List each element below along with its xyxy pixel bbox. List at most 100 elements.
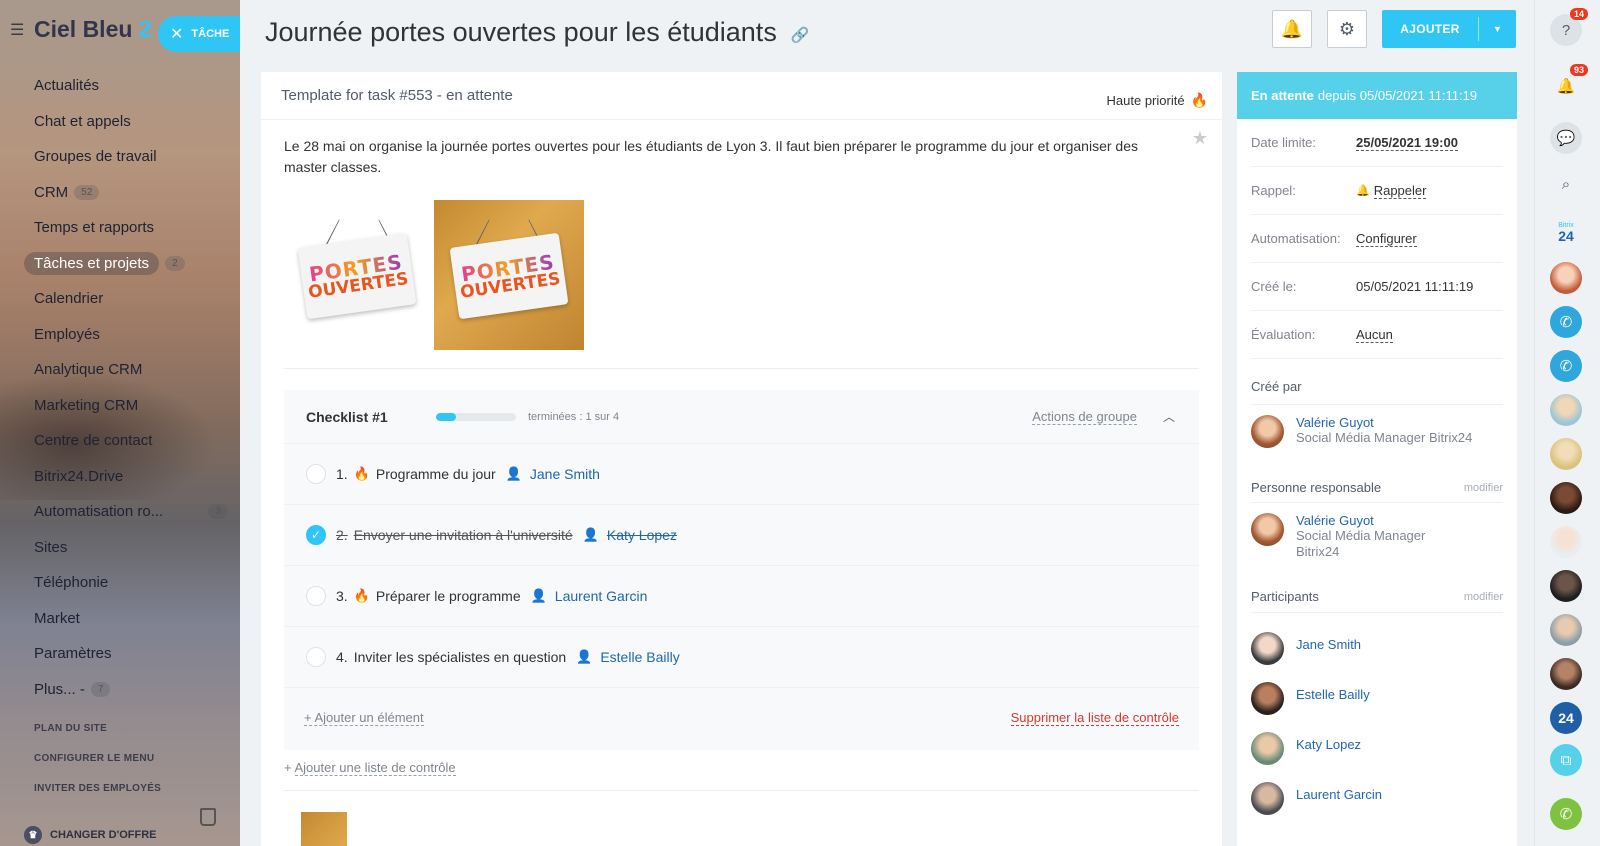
contact-avatar[interactable] (1550, 526, 1582, 558)
checklist-checkbox[interactable] (306, 464, 326, 484)
sidebar-item[interactable]: Temps et rapports (24, 210, 234, 246)
chevron-down-icon[interactable]: ▼ (1479, 24, 1516, 34)
checklist-item-number: 1. (336, 466, 348, 482)
bitrix24-chat-avatar[interactable]: 24 (1550, 702, 1582, 734)
contact-avatar[interactable] (1550, 438, 1582, 470)
checklist-item-text[interactable]: Préparer le programme (376, 588, 521, 604)
sidebar-item[interactable]: Paramètres (24, 636, 234, 672)
sidebar-item[interactable]: Centre de contact (24, 423, 234, 459)
trash-icon[interactable] (200, 808, 216, 826)
checklist-item-text[interactable]: Envoyer une invitation à l'université (354, 527, 573, 543)
close-task-button[interactable]: ✕ TÂCHE (158, 16, 240, 52)
attachment-image-2[interactable]: PORTES OUVERTES (434, 200, 584, 350)
add-button[interactable]: AJOUTER ▼ (1382, 10, 1516, 48)
participant-name[interactable]: Katy Lopez (1296, 737, 1361, 752)
sidebar-item[interactable]: Automatisation ro... 3 (24, 494, 234, 530)
reminder-label: Rappel: (1251, 183, 1296, 198)
call-button[interactable]: ✆ (1550, 798, 1582, 830)
checklist-item[interactable]: 3. 🔥 Préparer le programme 👤 Laurent Garcin (284, 566, 1199, 627)
sidebar-item[interactable]: Analytique CRM (24, 352, 234, 388)
participant[interactable]: Katy Lopez (1251, 723, 1503, 773)
link-icon[interactable]: 🔗 (791, 26, 810, 44)
add-item-link[interactable]: + Ajouter un élément (304, 710, 424, 726)
checklist-item-text[interactable]: Inviter les spécialistes en question (354, 649, 566, 665)
notify-button[interactable]: 🔔 (1272, 10, 1312, 48)
participant[interactable]: Jane Smith (1251, 623, 1503, 673)
checklist-item[interactable]: ✓ 2. Envoyer une invitation à l'université… (284, 505, 1199, 566)
avatar (1251, 681, 1284, 715)
reminder-link[interactable]: Rappeler (1373, 183, 1427, 199)
participant-name[interactable]: Estelle Bailly (1296, 687, 1370, 702)
messenger-button[interactable]: 💬 (1550, 122, 1582, 154)
priority-label: Haute priorité (1106, 93, 1185, 108)
change-offer-button[interactable]: ♛ CHANGER D'OFFRE (24, 826, 157, 844)
contact-avatar[interactable] (1550, 614, 1582, 646)
checklist-item[interactable]: 1. 🔥 Programme du jour 👤 Jane Smith (284, 444, 1199, 505)
help-button[interactable]: ? 14 (1550, 8, 1588, 46)
sidebar-item[interactable]: Sites (24, 530, 234, 566)
delete-checklist-link[interactable]: Supprimer la liste de contrôle (1010, 710, 1179, 726)
search-button[interactable]: ⌕ (1550, 168, 1582, 200)
automation-link[interactable]: Configurer (1356, 231, 1417, 247)
sidebar-item[interactable]: Chat et appels (24, 104, 234, 140)
chevron-up-icon[interactable]: ︿ (1163, 408, 1175, 425)
checklist-item[interactable]: 4. Inviter les spécialistes en question 👤 E… (284, 627, 1199, 688)
checklist-assignee-link[interactable]: Katy Lopez (607, 527, 677, 543)
drive-button[interactable]: ⧉ (1550, 744, 1582, 776)
priority-indicator[interactable]: Haute priorité 🔥 (1107, 92, 1208, 109)
settings-button[interactable]: ⚙ (1327, 10, 1367, 48)
sidebar-link-sitemap[interactable]: PLAN DU SITE (34, 723, 107, 734)
contact-avatar[interactable] (1550, 262, 1582, 294)
star-icon[interactable]: ★ (1192, 128, 1208, 149)
creator-name[interactable]: Valérie Guyot (1296, 415, 1472, 430)
sidebar-item[interactable]: Market (24, 601, 234, 637)
modify-participants-link[interactable]: modifier (1464, 591, 1503, 603)
contact-avatar[interactable] (1550, 658, 1582, 690)
contact-avatar[interactable] (1550, 570, 1582, 602)
checklist-assignee-link[interactable]: Estelle Bailly (600, 649, 679, 665)
group-actions-link[interactable]: Actions de groupe (1032, 409, 1137, 425)
sidebar-item[interactable]: Tâches et projets 2 (24, 246, 234, 282)
call-contact-button[interactable]: ✆ (1550, 306, 1582, 338)
sidebar-item[interactable]: CRM 52 (24, 175, 234, 211)
sidebar-item[interactable]: Plus... - 7 (24, 672, 234, 708)
checklist-checkbox[interactable] (306, 647, 326, 667)
responsible-name[interactable]: Valérie Guyot (1296, 513, 1425, 528)
checklist-assignee-link[interactable]: Jane Smith (530, 466, 600, 482)
contact-avatar[interactable] (1550, 394, 1582, 426)
sidebar-link-configure-menu[interactable]: CONFIGURER LE MENU (34, 753, 154, 764)
modify-responsible-link[interactable]: modifier (1464, 482, 1503, 494)
deadline-value[interactable]: 25/05/2021 19:00 (1356, 135, 1458, 151)
add-checklist-link[interactable]: + Ajouter une liste de contrôle (284, 760, 456, 776)
add-item-label: Ajouter un élément (314, 710, 424, 725)
sidebar-item[interactable]: Groupes de travail (24, 139, 234, 175)
attachment-thumbnail[interactable] (301, 812, 347, 846)
sidebar-item-label: Tâches et projets (24, 251, 160, 275)
rating-link[interactable]: Aucun (1356, 327, 1393, 343)
call-contact-button[interactable]: ✆ (1550, 350, 1582, 382)
attachment-image-1[interactable]: PORTES OUVERTES (284, 200, 434, 350)
participant-name[interactable]: Jane Smith (1296, 637, 1361, 652)
sidebar-link-invite[interactable]: INVITER DES EMPLOYÉS (34, 783, 161, 794)
sidebar-item[interactable]: Calendrier (24, 281, 234, 317)
participant[interactable]: Estelle Bailly (1251, 673, 1503, 723)
responsible-user[interactable]: Valérie Guyot Social Média Manager Bitri… (1251, 513, 1503, 575)
brand[interactable]: ☰ Ciel Bleu 2 (10, 16, 152, 43)
creator-user[interactable]: Valérie Guyot Social Média Manager Bitri… (1251, 415, 1503, 463)
sidebar-item[interactable]: Employés (24, 317, 234, 353)
checklist-item-text[interactable]: Programme du jour (376, 466, 496, 482)
sidebar-item[interactable]: Actualités (24, 68, 234, 104)
status-label: En attente (1251, 88, 1314, 103)
checklist-assignee-link[interactable]: Laurent Garcin (555, 588, 648, 604)
sidebar-item[interactable]: Téléphonie (24, 565, 234, 601)
checklist-checkbox[interactable] (306, 586, 326, 606)
sidebar-item[interactable]: Bitrix24.Drive (24, 459, 234, 495)
menu-icon[interactable]: ☰ (10, 20, 26, 40)
contact-avatar[interactable] (1550, 482, 1582, 514)
checklist-checkbox[interactable]: ✓ (306, 525, 326, 545)
bitrix24-button[interactable]: Bitrix 24 (1550, 216, 1582, 248)
participant[interactable]: Laurent Garcin (1251, 773, 1503, 823)
participant-name[interactable]: Laurent Garcin (1296, 787, 1382, 802)
sidebar-item[interactable]: Marketing CRM (24, 388, 234, 424)
notifications-button[interactable]: 🔔 93 (1550, 64, 1588, 102)
